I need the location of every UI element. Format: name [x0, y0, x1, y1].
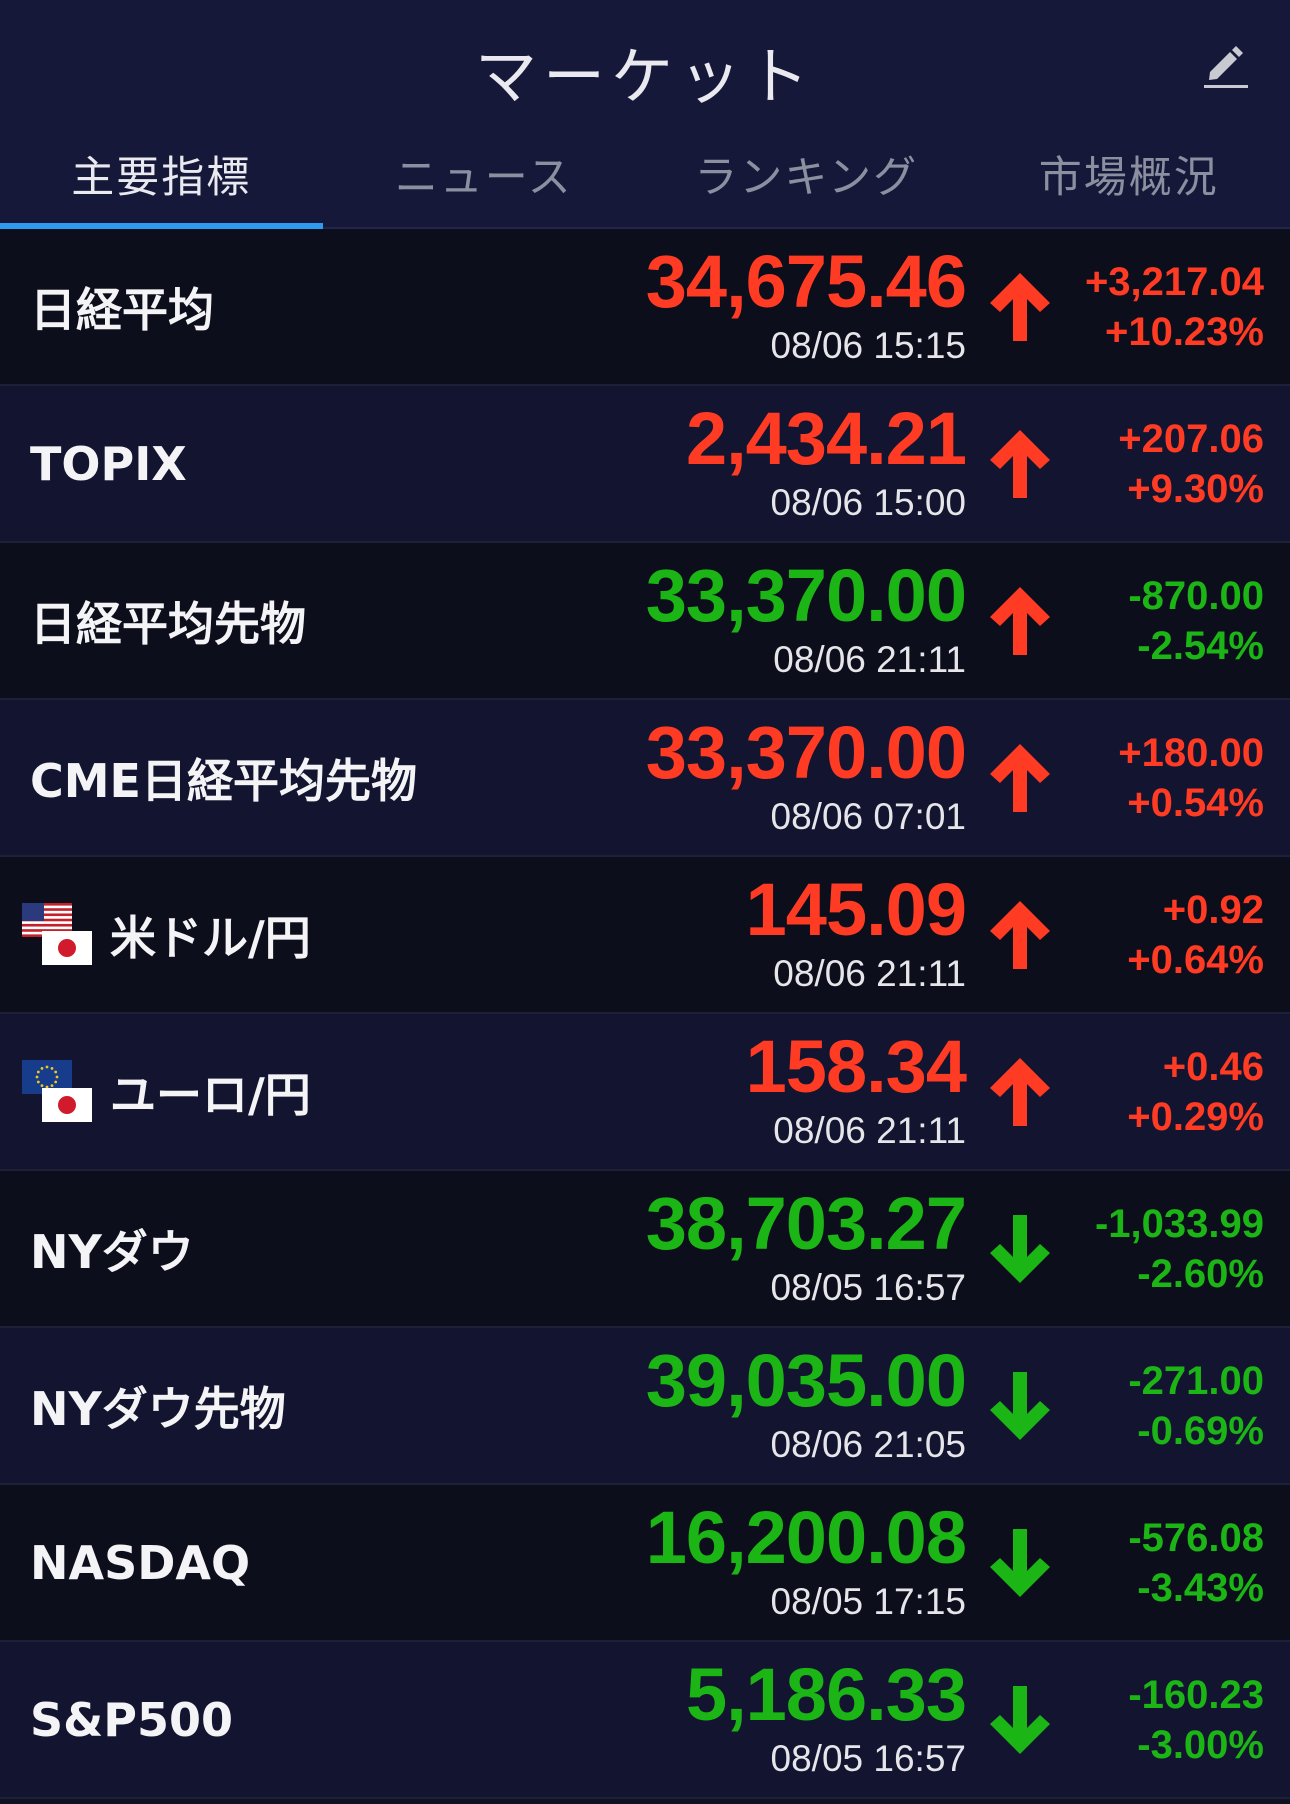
change-value: +180.00 [1118, 731, 1264, 775]
edit-button[interactable] [1192, 30, 1260, 98]
tab-news[interactable]: ニュース [323, 128, 646, 227]
change-percent: -3.43% [1137, 1566, 1264, 1610]
arrow-up-icon [990, 430, 1050, 498]
change-block: -870.00 -2.54% [1128, 571, 1264, 671]
price-value: 38,703.27 [645, 1182, 967, 1265]
market-row[interactable]: TOPIX 2,434.21 08/06 15:00 +207.06 +9.30… [0, 386, 1290, 543]
change-block: +180.00 +0.54% [1118, 728, 1264, 828]
change-percent: +0.64% [1127, 938, 1264, 982]
timestamp: 08/05 16:57 [770, 1738, 966, 1779]
change-value: -1,033.99 [1094, 1202, 1264, 1246]
change-percent: +9.30% [1127, 467, 1264, 511]
market-row[interactable]: 日経平均先物 33,370.00 08/06 21:11 -870.00 -2.… [0, 543, 1290, 700]
arrow-up-icon [990, 1058, 1050, 1126]
tab-major-indices[interactable]: 主要指標 [0, 128, 323, 229]
instrument-name: 日経平均先物 [30, 596, 306, 651]
change-block: +3,217.04 +10.23% [1085, 257, 1264, 357]
timestamp: 08/06 21:11 [773, 639, 966, 680]
price-value: 2,434.21 [685, 397, 967, 480]
arrow-up-icon [990, 744, 1050, 812]
change-percent: -0.69% [1137, 1409, 1264, 1453]
price-value: 39,035.00 [645, 1339, 967, 1422]
timestamp: 08/06 21:11 [773, 953, 966, 994]
instrument-name: 米ドル/円 [110, 910, 311, 965]
price-value: 16,200.08 [645, 1496, 967, 1579]
change-block: +207.06 +9.30% [1118, 414, 1264, 514]
price-value: 145.09 [745, 868, 967, 951]
timestamp: 08/06 21:11 [773, 1110, 966, 1151]
instrument-name: 日経平均 [30, 282, 214, 337]
timestamp: 08/06 15:15 [770, 325, 966, 366]
pencil-icon [1204, 46, 1248, 88]
price-value: 33,370.00 [645, 554, 967, 637]
change-percent: -2.60% [1137, 1252, 1264, 1296]
market-list: 日経平均 34,675.46 08/06 15:15 +3,217.04 +10… [0, 229, 1290, 1799]
market-row[interactable]: ユーロ/円 158.34 08/06 21:11 +0.46 +0.29% [0, 1014, 1290, 1171]
change-percent: +0.54% [1127, 781, 1264, 825]
instrument-name: NYダウ先物 [30, 1381, 286, 1436]
change-percent: -3.00% [1137, 1723, 1264, 1767]
change-block: +0.92 +0.64% [1127, 885, 1264, 985]
arrow-down-icon [990, 1529, 1050, 1597]
change-value: -271.00 [1128, 1359, 1264, 1403]
arrow-up-icon [990, 587, 1050, 655]
change-value: +3,217.04 [1084, 260, 1264, 304]
currency-flags [22, 903, 94, 967]
price-value: 158.34 [745, 1025, 967, 1108]
arrow-down-icon [990, 1215, 1050, 1283]
arrow-down-icon [990, 1686, 1050, 1754]
arrow-up-icon [990, 901, 1050, 969]
timestamp: 08/05 17:15 [770, 1581, 966, 1622]
change-block: -271.00 -0.69% [1128, 1356, 1264, 1456]
timestamp: 08/05 16:57 [770, 1267, 966, 1308]
timestamp: 08/06 07:01 [770, 796, 966, 837]
price-value: 5,186.33 [685, 1653, 967, 1736]
change-value: +0.46 [1162, 1045, 1264, 1089]
change-value: -160.23 [1128, 1673, 1264, 1717]
instrument-name: TOPIX [30, 436, 187, 491]
currency-flags [22, 1060, 94, 1124]
change-percent: +10.23% [1104, 310, 1264, 354]
tab-market-overview[interactable]: 市場概況 [968, 128, 1290, 227]
market-row[interactable]: CME日経平均先物 33,370.00 08/06 07:01 +180.00 … [0, 700, 1290, 857]
change-block: -160.23 -3.00% [1128, 1670, 1264, 1770]
change-block: +0.46 +0.29% [1127, 1042, 1264, 1142]
price-value: 33,370.00 [645, 711, 967, 794]
change-value: +207.06 [1118, 417, 1264, 461]
change-percent: -2.54% [1137, 624, 1264, 668]
timestamp: 08/06 15:00 [770, 482, 966, 523]
market-row[interactable]: NYダウ 38,703.27 08/05 16:57 -1,033.99 -2.… [0, 1171, 1290, 1328]
market-row[interactable]: NASDAQ 16,200.08 08/05 17:15 -576.08 -3.… [0, 1485, 1290, 1642]
tab-ranking[interactable]: ランキング [645, 128, 968, 227]
page-title: マーケット [474, 40, 815, 113]
timestamp: 08/06 21:05 [770, 1424, 966, 1465]
change-value: -870.00 [1128, 574, 1264, 618]
instrument-name: NYダウ [30, 1224, 194, 1279]
change-value: +0.92 [1162, 888, 1264, 932]
arrow-down-icon [990, 1372, 1050, 1440]
change-value: -576.08 [1128, 1516, 1264, 1560]
instrument-name: NASDAQ [30, 1535, 251, 1590]
market-row[interactable]: 日経平均 34,675.46 08/06 15:15 +3,217.04 +10… [0, 229, 1290, 386]
instrument-name: ユーロ/円 [110, 1067, 311, 1122]
change-percent: +0.29% [1127, 1095, 1264, 1139]
instrument-name: S&P500 [30, 1692, 233, 1747]
arrow-up-icon [990, 273, 1050, 341]
market-row[interactable]: 米ドル/円 145.09 08/06 21:11 +0.92 +0.64% [0, 857, 1290, 1014]
app-header: マーケット [0, 0, 1290, 128]
jp-flag-icon [42, 1088, 92, 1122]
instrument-name: CME日経平均先物 [30, 753, 417, 808]
change-block: -1,033.99 -2.60% [1095, 1199, 1264, 1299]
tab-bar: 主要指標 ニュース ランキング 市場概況 [0, 128, 1290, 229]
price-value: 34,675.46 [645, 240, 967, 323]
market-row[interactable]: S&P500 5,186.33 08/05 16:57 -160.23 -3.0… [0, 1642, 1290, 1799]
change-block: -576.08 -3.43% [1128, 1513, 1264, 1613]
market-row[interactable]: NYダウ先物 39,035.00 08/06 21:05 -271.00 -0.… [0, 1328, 1290, 1485]
jp-flag-icon [42, 931, 92, 965]
